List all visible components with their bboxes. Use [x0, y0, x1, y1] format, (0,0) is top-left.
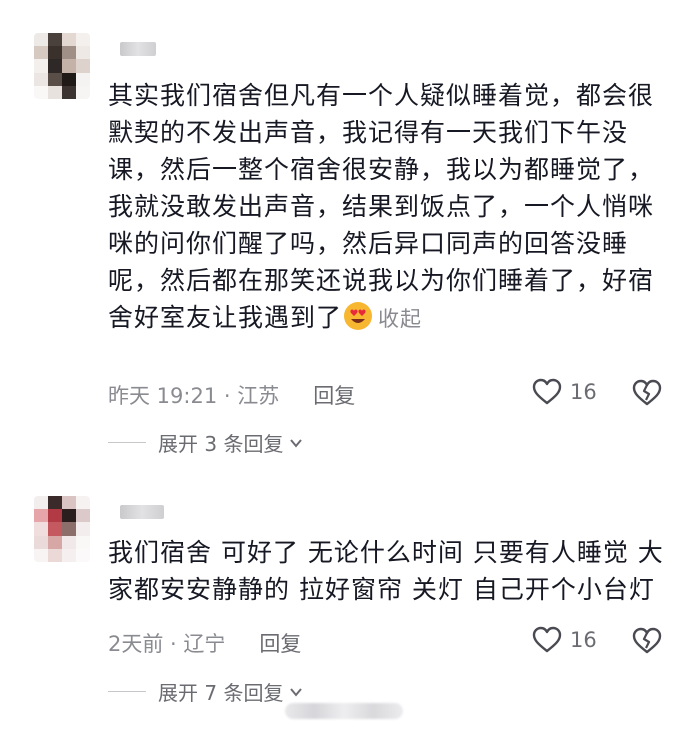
- reply-button[interactable]: 回复: [259, 628, 301, 658]
- comment-meta: 昨天 19:21 · 江苏 回复: [108, 380, 355, 410]
- comment-meta: 2天前 · 辽宁 回复: [108, 628, 301, 658]
- comment-body: 我们宿舍 可好了 无论什么时间 只要有人睡觉 大家都安安静静的 拉好窗帘 关灯 …: [108, 538, 664, 604]
- expand-replies-button[interactable]: 展开 7 条回复: [108, 677, 305, 706]
- expand-replies-label: 展开 3 条回复: [158, 432, 284, 456]
- expand-replies-label: 展开 7 条回复: [158, 681, 284, 705]
- comment-text: 其实我们宿舍但凡有一个人疑似睡着觉，都会很默契的不发出声音，我记得有一天我们下午…: [108, 77, 668, 338]
- divider-line: [108, 442, 146, 443]
- watermark-blur: [285, 703, 403, 719]
- username[interactable]: [120, 505, 164, 519]
- timestamp-location: 昨天 19:21 · 江苏: [108, 384, 280, 408]
- divider-line: [108, 691, 146, 692]
- avatar[interactable]: [34, 496, 90, 562]
- avatar[interactable]: [34, 33, 90, 99]
- comment-body: 其实我们宿舍但凡有一个人疑似睡着觉，都会很默契的不发出声音，我记得有一天我们下午…: [108, 81, 655, 332]
- broken-heart-icon[interactable]: [632, 627, 662, 655]
- chevron-down-icon: [290, 687, 303, 697]
- expand-replies-button[interactable]: 展开 3 条回复: [108, 428, 305, 457]
- heart-eyes-emoji: [344, 302, 373, 330]
- like-button[interactable]: 16: [532, 626, 597, 654]
- timestamp-location: 2天前 · 辽宁: [108, 632, 226, 656]
- comment-text: 我们宿舍 可好了 无论什么时间 只要有人睡觉 大家都安安静静的 拉好窗帘 关灯 …: [108, 534, 668, 608]
- collapse-button[interactable]: 收起: [378, 307, 422, 331]
- like-button[interactable]: 16: [532, 378, 597, 406]
- heart-outline-icon: [532, 378, 562, 405]
- reply-button[interactable]: 回复: [313, 380, 355, 410]
- username[interactable]: [120, 42, 156, 56]
- heart-outline-icon: [532, 626, 562, 653]
- like-count: 16: [570, 380, 597, 404]
- broken-heart-icon[interactable]: [632, 379, 662, 407]
- chevron-down-icon: [290, 438, 303, 448]
- like-count: 16: [570, 628, 597, 652]
